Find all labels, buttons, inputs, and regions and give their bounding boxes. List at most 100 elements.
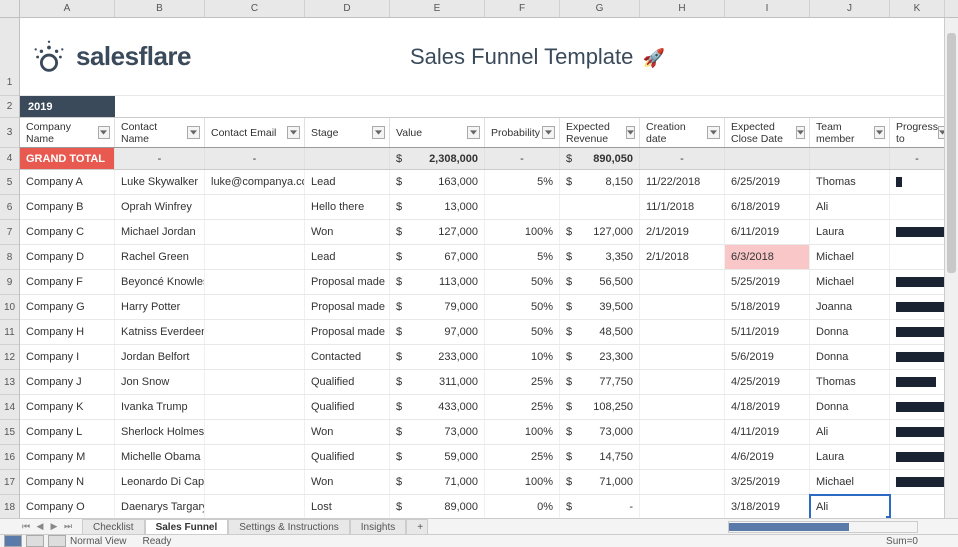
total-cell[interactable]: -: [485, 148, 560, 169]
spreadsheet-grid[interactable]: salesflare Sales Funnel Template 🚀 2019 …: [20, 18, 958, 518]
email-cell[interactable]: [205, 295, 305, 319]
value-cell[interactable]: $13,000: [390, 195, 485, 219]
company-cell[interactable]: Company B: [20, 195, 115, 219]
column-header[interactable]: F: [485, 0, 560, 17]
header-progress[interactable]: Progress to: [890, 118, 945, 147]
progress-cell[interactable]: [890, 445, 945, 469]
contact-cell[interactable]: Katniss Everdeen: [115, 320, 205, 344]
total-cell[interactable]: -: [115, 148, 205, 169]
row-header[interactable]: 3: [0, 118, 19, 148]
value-cell[interactable]: $79,000: [390, 295, 485, 319]
row-header[interactable]: 18: [0, 495, 19, 520]
row-header[interactable]: 14: [0, 395, 19, 420]
stage-cell[interactable]: Won: [305, 220, 390, 244]
probability-cell[interactable]: 100%: [485, 220, 560, 244]
column-header[interactable]: J: [810, 0, 890, 17]
team-cell[interactable]: Laura: [810, 445, 890, 469]
row-header[interactable]: 1: [0, 18, 19, 96]
stage-cell[interactable]: Proposal made: [305, 295, 390, 319]
expected-close-cell[interactable]: 6/18/2019: [725, 195, 810, 219]
creation-date-cell[interactable]: [640, 270, 725, 294]
scrollbar-thumb[interactable]: [947, 33, 956, 273]
filter-dropdown-icon[interactable]: [874, 126, 885, 139]
expected-revenue-cell[interactable]: $39,500: [560, 295, 640, 319]
team-cell[interactable]: Michael: [810, 270, 890, 294]
row-header[interactable]: 10: [0, 295, 19, 320]
creation-date-cell[interactable]: [640, 320, 725, 344]
row-header[interactable]: 11: [0, 320, 19, 345]
header-contact[interactable]: Contact Name: [115, 118, 205, 147]
row-header[interactable]: 8: [0, 245, 19, 270]
team-cell[interactable]: Ali: [810, 420, 890, 444]
expected-close-cell[interactable]: 5/18/2019: [725, 295, 810, 319]
select-all-corner[interactable]: [0, 0, 20, 17]
contact-cell[interactable]: Harry Potter: [115, 295, 205, 319]
email-cell[interactable]: [205, 320, 305, 344]
expected-revenue-cell[interactable]: $127,000: [560, 220, 640, 244]
email-cell[interactable]: [205, 370, 305, 394]
stage-cell[interactable]: Won: [305, 420, 390, 444]
team-cell[interactable]: Thomas: [810, 370, 890, 394]
expected-close-cell[interactable]: 5/6/2019: [725, 345, 810, 369]
expected-revenue-cell[interactable]: $56,500: [560, 270, 640, 294]
company-cell[interactable]: Company H: [20, 320, 115, 344]
team-cell[interactable]: Donna: [810, 395, 890, 419]
row-header[interactable]: 12: [0, 345, 19, 370]
column-header[interactable]: G: [560, 0, 640, 17]
contact-cell[interactable]: Beyoncé Knowles: [115, 270, 205, 294]
stage-cell[interactable]: Lead: [305, 245, 390, 269]
creation-date-cell[interactable]: [640, 470, 725, 494]
team-cell[interactable]: Ali: [810, 195, 890, 219]
company-cell[interactable]: Company J: [20, 370, 115, 394]
expected-close-cell[interactable]: 6/11/2019: [725, 220, 810, 244]
stage-cell[interactable]: Lost: [305, 495, 390, 518]
stage-cell[interactable]: Qualified: [305, 395, 390, 419]
column-header[interactable]: B: [115, 0, 205, 17]
value-cell[interactable]: $113,000: [390, 270, 485, 294]
probability-cell[interactable]: 25%: [485, 370, 560, 394]
column-header[interactable]: E: [390, 0, 485, 17]
expected-close-cell[interactable]: 4/11/2019: [725, 420, 810, 444]
stage-cell[interactable]: Qualified: [305, 445, 390, 469]
expected-revenue-cell[interactable]: $73,000: [560, 420, 640, 444]
column-header[interactable]: K: [890, 0, 945, 17]
expected-close-cell[interactable]: 6/25/2019: [725, 170, 810, 194]
column-header[interactable]: I: [725, 0, 810, 17]
sheet-tab[interactable]: Checklist: [82, 519, 145, 535]
tab-prev-icon[interactable]: ◀: [34, 521, 46, 533]
creation-date-cell[interactable]: [640, 420, 725, 444]
header-creation_date[interactable]: Creation date: [640, 118, 725, 147]
expected-revenue-cell[interactable]: $71,000: [560, 470, 640, 494]
company-cell[interactable]: Company O: [20, 495, 115, 518]
progress-cell[interactable]: [890, 495, 945, 518]
value-cell[interactable]: $73,000: [390, 420, 485, 444]
filter-dropdown-icon[interactable]: [796, 126, 805, 139]
expected-close-cell[interactable]: 6/3/2018: [725, 245, 810, 269]
expected-close-cell[interactable]: 3/18/2019: [725, 495, 810, 518]
value-cell[interactable]: $89,000: [390, 495, 485, 518]
contact-cell[interactable]: Leonardo Di Caprio: [115, 470, 205, 494]
column-header[interactable]: C: [205, 0, 305, 17]
expected-close-cell[interactable]: 5/11/2019: [725, 320, 810, 344]
expected-revenue-cell[interactable]: $48,500: [560, 320, 640, 344]
team-cell[interactable]: Ali: [810, 495, 890, 518]
expected-revenue-cell[interactable]: $108,250: [560, 395, 640, 419]
horizontal-scrollbar[interactable]: [728, 521, 918, 533]
row-header[interactable]: 2: [0, 96, 19, 118]
value-cell[interactable]: $71,000: [390, 470, 485, 494]
creation-date-cell[interactable]: 2/1/2018: [640, 245, 725, 269]
company-cell[interactable]: Company A: [20, 170, 115, 194]
team-cell[interactable]: Michael: [810, 470, 890, 494]
company-cell[interactable]: Company C: [20, 220, 115, 244]
page-break-button[interactable]: [48, 535, 66, 547]
progress-cell[interactable]: [890, 295, 945, 319]
company-cell[interactable]: Company D: [20, 245, 115, 269]
value-cell[interactable]: $127,000: [390, 220, 485, 244]
contact-cell[interactable]: Sherlock Holmes: [115, 420, 205, 444]
total-cell[interactable]: GRAND TOTAL: [20, 148, 115, 169]
row-header[interactable]: 4: [0, 148, 19, 170]
row-header[interactable]: 16: [0, 445, 19, 470]
header-company[interactable]: Company Name: [20, 118, 115, 147]
stage-cell[interactable]: Lead: [305, 170, 390, 194]
company-cell[interactable]: Company G: [20, 295, 115, 319]
